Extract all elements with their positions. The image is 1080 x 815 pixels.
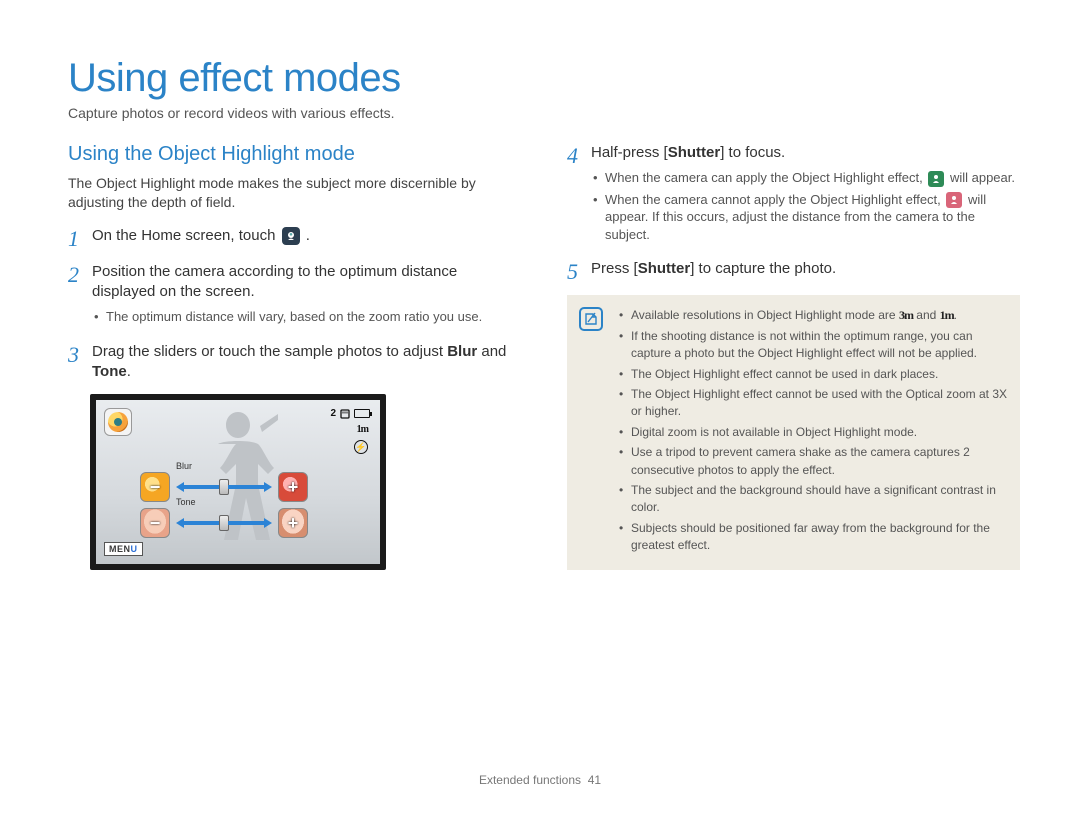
tone-sample-low[interactable]: − — [140, 508, 170, 538]
page-footer: Extended functions 41 — [0, 773, 1080, 787]
step-5: 5 Press [Shutter] to capture the photo. — [567, 259, 1020, 283]
sd-card-icon — [340, 409, 350, 419]
resolution-indicator: 1m — [357, 424, 368, 435]
step-number: 5 — [567, 259, 591, 283]
note-box: Available resolutions in Object Highligh… — [567, 295, 1020, 569]
step-3-text-pre: Drag the sliders or touch the sample pho… — [92, 343, 447, 360]
note-item-5: Digital zoom is not available in Object … — [619, 424, 1008, 441]
note-item-3: The Object Highlight effect cannot be us… — [619, 366, 1008, 383]
note-item-1: Available resolutions in Object Highligh… — [619, 307, 1008, 324]
resolution-3m-icon: 3m — [899, 308, 913, 322]
step-5-text-post: ] to capture the photo. — [690, 260, 836, 277]
step-4-text-pre: Half-press [ — [591, 144, 668, 161]
note-item-8: Subjects should be positioned far away f… — [619, 520, 1008, 555]
note-item-2: If the shooting distance is not within t… — [619, 328, 1008, 363]
step-3-bold-blur: Blur — [447, 343, 477, 360]
step-number: 2 — [68, 262, 92, 330]
footer-page-number: 41 — [588, 773, 601, 787]
right-column: 4 Half-press [Shutter] to focus. When th… — [567, 143, 1020, 570]
step-5-text-pre: Press [ — [591, 260, 638, 277]
camera-lcd-illustration: 2 1m ⚡ Blur − + — [90, 394, 386, 570]
blur-slider-label: Blur — [176, 461, 192, 471]
step-2: 2 Position the camera according to the o… — [68, 262, 521, 330]
tone-sample-high[interactable]: + — [278, 508, 308, 538]
blur-slider-row: Blur − + — [140, 472, 308, 502]
shots-remaining: 2 — [330, 408, 336, 419]
resolution-1m-icon: 1m — [940, 308, 954, 322]
flash-off-icon: ⚡ — [354, 440, 368, 454]
step-4-sub-2: When the camera cannot apply the Object … — [591, 191, 1020, 244]
footer-section: Extended functions — [479, 773, 581, 787]
section-subheading: Using the Object Highlight mode — [68, 143, 521, 166]
step-number: 4 — [567, 143, 591, 247]
step-3: 3 Drag the sliders or touch the sample p… — [68, 342, 521, 383]
effect-available-icon — [928, 171, 944, 187]
step-5-bold: Shutter — [638, 260, 691, 277]
tone-slider[interactable] — [176, 515, 272, 531]
object-highlight-mode-icon — [282, 227, 300, 245]
step-1: 1 On the Home screen, touch . — [68, 226, 521, 250]
tone-slider-row: Tone − + — [140, 508, 308, 538]
note-icon — [579, 307, 603, 331]
step-4-text-post: ] to focus. — [720, 144, 785, 161]
page-title: Using effect modes — [68, 56, 1020, 101]
step-2-text: Position the camera according to the opt… — [92, 263, 457, 300]
status-row: 2 — [330, 408, 370, 419]
note-item-7: The subject and the background should ha… — [619, 482, 1008, 517]
step-4: 4 Half-press [Shutter] to focus. When th… — [567, 143, 1020, 247]
step-3-text-post: . — [127, 363, 131, 380]
left-column: Using the Object Highlight mode The Obje… — [68, 143, 521, 570]
blur-slider[interactable] — [176, 479, 272, 495]
page-intro: Capture photos or record videos with var… — [68, 105, 1020, 121]
effect-unavailable-icon — [946, 192, 962, 208]
mode-button[interactable] — [104, 408, 132, 436]
step-1-text-pre: On the Home screen, touch — [92, 227, 280, 244]
battery-icon — [354, 409, 370, 418]
menu-button[interactable]: MENU — [104, 542, 143, 556]
tone-slider-label: Tone — [176, 497, 196, 507]
section-desc: The Object Highlight mode makes the subj… — [68, 174, 521, 212]
step-1-text-post: . — [306, 227, 310, 244]
blur-sample-low[interactable]: − — [140, 472, 170, 502]
note-item-6: Use a tripod to prevent camera shake as … — [619, 444, 1008, 479]
step-2-sub-1: The optimum distance will vary, based on… — [92, 308, 521, 326]
step-3-bold-tone: Tone — [92, 363, 127, 380]
step-3-text-mid: and — [477, 343, 506, 360]
step-4-bold: Shutter — [668, 144, 721, 161]
step-4-sub-1: When the camera can apply the Object Hig… — [591, 169, 1020, 187]
blur-sample-high[interactable]: + — [278, 472, 308, 502]
step-number: 1 — [68, 226, 92, 250]
note-item-4: The Object Highlight effect cannot be us… — [619, 386, 1008, 421]
step-number: 3 — [68, 342, 92, 383]
